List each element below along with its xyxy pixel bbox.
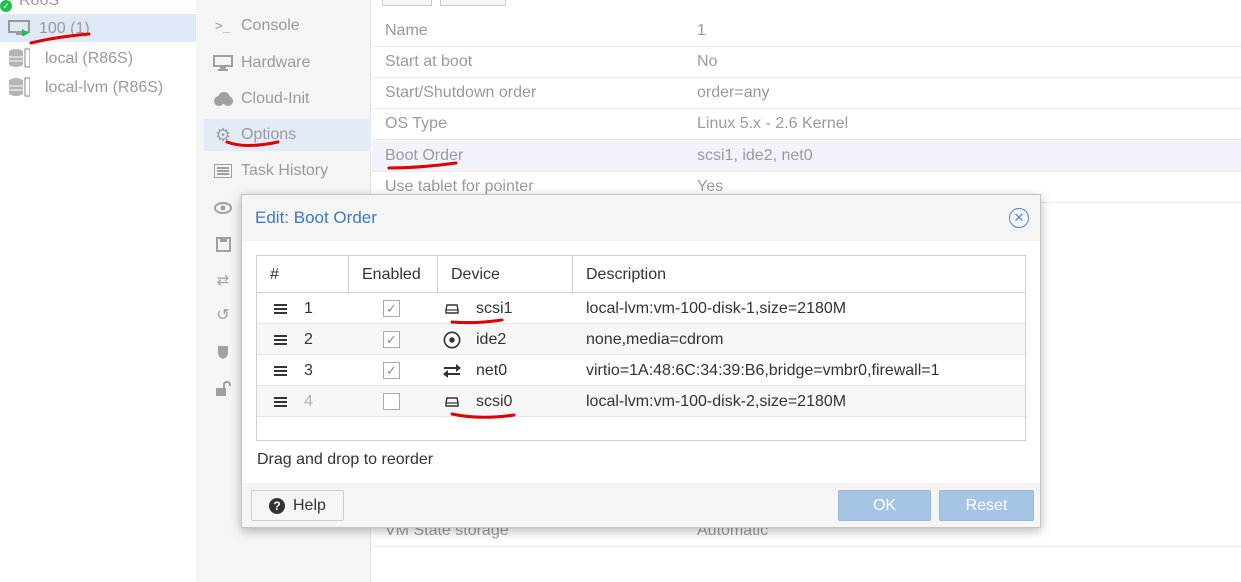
unlock-icon	[212, 378, 234, 398]
device-name: scsi1	[476, 300, 513, 317]
resource-tree: ✓ R86S 100 (1) local (R86S) local-lvm (R…	[0, 0, 196, 582]
table-row[interactable]: 4 scsi0 local-lvm:vm-100-disk-2,size=218…	[257, 386, 1025, 417]
database-icon	[9, 77, 30, 97]
nav-label-task-history: Task History	[241, 162, 329, 179]
nav-label-hardware: Hardware	[241, 54, 311, 71]
enabled-checkbox[interactable]: ✓	[383, 300, 400, 317]
boot-order-table: # Enabled Device Description 1 ✓ scsi1 l…	[256, 255, 1026, 441]
monitor-icon	[212, 53, 234, 73]
toolbar-button[interactable]	[382, 0, 432, 6]
retweet-icon: ⇄	[216, 272, 230, 289]
nav-item-hardware[interactable]: Hardware	[204, 47, 371, 79]
gear-icon: ⚙	[214, 124, 232, 145]
nav-label-cloud-init: Cloud-Init	[241, 90, 310, 107]
table-row[interactable]: 1 ✓ scsi1 local-lvm:vm-100-disk-1,size=2…	[257, 293, 1025, 324]
device-description: virtio=1A:48:6C:34:39:B6,bridge=vmbr0,fi…	[586, 362, 940, 379]
nav-item-task-history[interactable]: Task History	[204, 155, 371, 187]
panel-gutter	[196, 0, 204, 582]
dialog-header[interactable]: Edit: Boot Order ✕	[242, 195, 1040, 241]
nav-label-console: Console	[241, 17, 300, 34]
options-row[interactable]: Start/Shutdown order order=any	[372, 78, 1241, 109]
enabled-checkbox[interactable]: ✓	[383, 331, 400, 348]
dialog-title: Edit: Boot Order	[255, 208, 377, 227]
ok-button[interactable]: OK	[838, 490, 931, 521]
list-icon	[212, 161, 234, 181]
option-key: OS Type	[385, 115, 447, 132]
device-description: local-lvm:vm-100-disk-2,size=2180M	[586, 393, 847, 410]
tree-node-label: R86S	[19, 0, 60, 9]
options-row[interactable]: OS Type Linux 5.x - 2.6 Kernel	[372, 109, 1241, 140]
help-label: Help	[293, 497, 326, 514]
row-number: 4	[304, 393, 313, 410]
tree-storage-lvm[interactable]: local-lvm (R86S)	[0, 73, 196, 101]
boot-order-dialog: Edit: Boot Order ✕ # Enabled Device Desc…	[241, 194, 1041, 528]
hdd-icon	[443, 386, 461, 417]
help-button[interactable]: ? Help	[251, 490, 344, 521]
row-number: 1	[304, 300, 313, 317]
device-name: scsi0	[476, 393, 513, 410]
tree-storage-local-label: local (R86S)	[45, 50, 134, 67]
check-circle-icon: ✓	[0, 0, 12, 12]
tree-storage-lvm-label: local-lvm (R86S)	[45, 79, 164, 96]
option-value: scsi1, ide2, net0	[697, 147, 813, 164]
enabled-checkbox[interactable]	[383, 393, 400, 410]
option-key: Name	[385, 22, 428, 39]
monitor-icon	[8, 20, 30, 36]
row-number: 3	[304, 362, 313, 379]
option-key: Start/Shutdown order	[385, 84, 537, 101]
nav-item-cloud-init[interactable]: Cloud-Init	[204, 83, 371, 115]
options-row[interactable]: Start at boot No	[372, 47, 1241, 78]
cdrom-icon	[443, 324, 461, 355]
network-exchange-icon	[443, 355, 461, 386]
drag-hint: Drag and drop to reorder	[257, 451, 434, 468]
enabled-checkbox[interactable]: ✓	[383, 362, 400, 379]
nav-item-console[interactable]: >_ Console	[204, 10, 371, 42]
column-header[interactable]: Device	[438, 256, 573, 293]
option-key: Start at boot	[385, 53, 473, 70]
reset-button[interactable]: Reset	[939, 490, 1034, 521]
device-description: none,media=cdrom	[586, 331, 724, 348]
table-header: # Enabled Device Description	[257, 256, 1026, 293]
option-value: Linux 5.x - 2.6 Kernel	[697, 115, 849, 132]
column-header[interactable]: #	[257, 256, 349, 293]
device-description: local-lvm:vm-100-disk-1,size=2180M	[586, 300, 847, 317]
terminal-icon: >_	[215, 18, 231, 34]
nav-item-options[interactable]: ⚙ Options	[204, 119, 371, 151]
tree-vm-item[interactable]: 100 (1)	[0, 14, 196, 42]
tree-storage-local[interactable]: local (R86S)	[0, 44, 196, 72]
shield-icon	[212, 342, 234, 362]
tree-vm-label: 100 (1)	[39, 20, 90, 37]
floppy-icon	[212, 234, 234, 254]
options-row[interactable]: Name 1	[372, 16, 1241, 47]
question-circle-icon: ?	[269, 498, 285, 514]
option-value: No	[697, 53, 718, 70]
history-icon: ↺	[216, 307, 230, 324]
option-value: order=any	[697, 84, 770, 101]
drag-handle-icon[interactable]	[274, 324, 288, 355]
table-row[interactable]: 3 ✓ net0 virtio=1A:48:6C:34:39:B6,bridge…	[257, 355, 1025, 386]
column-header[interactable]: Description	[573, 256, 1026, 293]
drag-handle-icon[interactable]	[274, 355, 288, 386]
device-name: net0	[476, 362, 508, 379]
nav-label-options: Options	[241, 126, 297, 143]
database-icon	[9, 48, 30, 68]
dialog-footer: ? Help OK Reset	[242, 483, 1040, 527]
device-name: ide2	[476, 331, 507, 348]
options-row-boot-order[interactable]: Boot Order scsi1, ide2, net0	[372, 141, 1241, 172]
drag-handle-icon[interactable]	[274, 386, 288, 417]
row-number: 2	[304, 331, 313, 348]
toolbar-button[interactable]	[440, 0, 506, 6]
eye-icon	[212, 198, 234, 218]
column-header[interactable]: Enabled	[349, 256, 438, 293]
option-value: 1	[697, 22, 706, 39]
table-row[interactable]: 2 ✓ ide2 none,media=cdrom	[257, 324, 1025, 355]
close-icon[interactable]: ✕	[1009, 208, 1029, 228]
cloud-icon	[212, 89, 234, 109]
drag-handle-icon[interactable]	[274, 293, 288, 324]
option-key: Boot Order	[385, 147, 464, 164]
tree-node-item[interactable]: ✓ R86S	[0, 0, 196, 14]
hdd-icon	[443, 293, 461, 324]
